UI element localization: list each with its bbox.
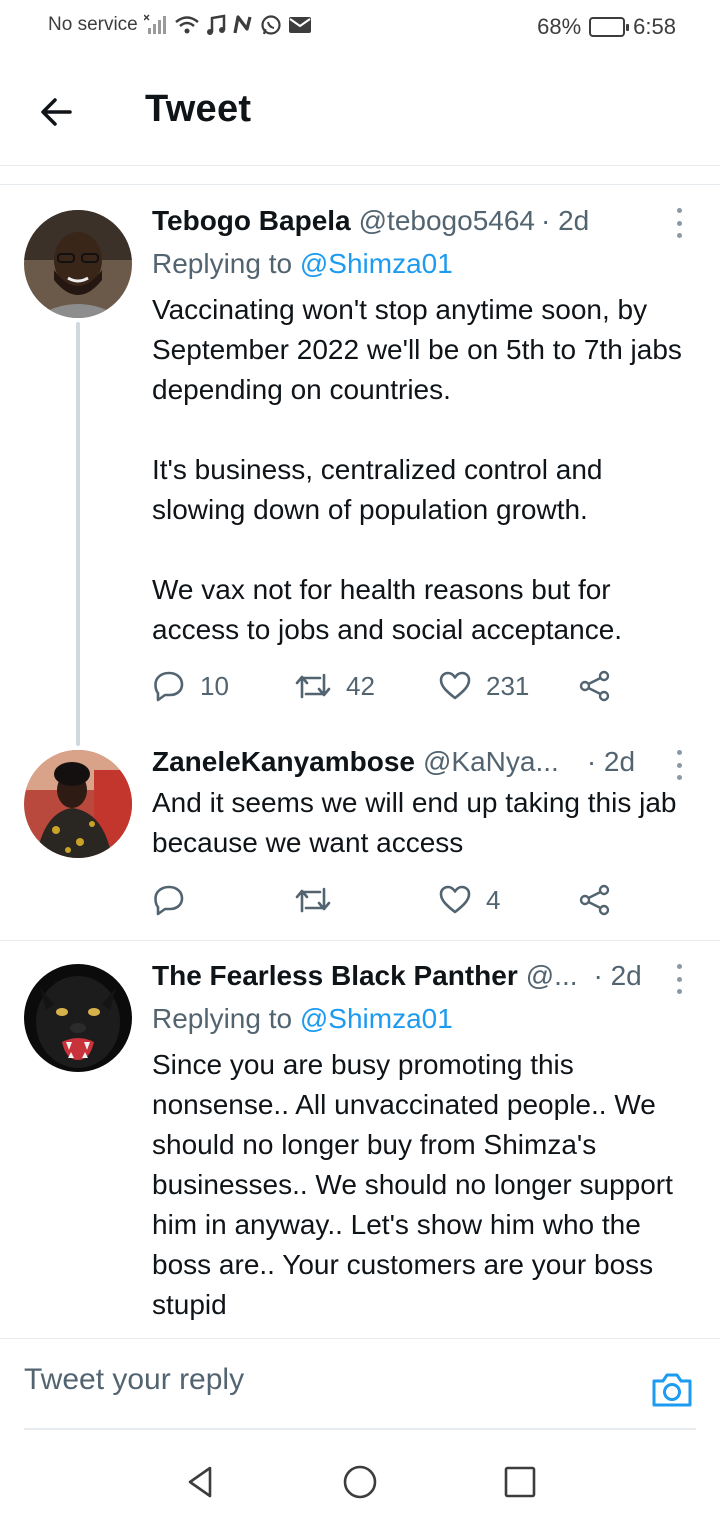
share-button[interactable] (578, 664, 612, 708)
camera-icon (652, 1373, 692, 1407)
status-right: 68% 6:58 (537, 14, 676, 40)
display-name[interactable]: ZaneleKanyambose (152, 746, 415, 778)
tweet-meta: Tebogo Bapela @tebogo5464 · 2d (152, 205, 670, 237)
display-name[interactable]: Tebogo Bapela (152, 205, 351, 237)
like-button[interactable]: 4 (438, 878, 500, 922)
reply-input-underline (24, 1428, 696, 1430)
nav-recents-button[interactable] (498, 1460, 542, 1504)
nav-home-button[interactable] (338, 1460, 382, 1504)
tweet-meta: The Fearless Black Panther @... · 2d (152, 960, 670, 992)
like-button[interactable]: 231 (438, 664, 529, 708)
user-handle[interactable]: @tebogo5464 (359, 205, 535, 237)
whatsapp-icon (260, 14, 282, 36)
arrow-left-icon (41, 98, 72, 126)
tweet-time: · 2d (593, 960, 642, 991)
battery-icon (589, 17, 630, 37)
circle-home-icon (343, 1465, 377, 1499)
reply-button[interactable] (152, 878, 200, 922)
replying-to: Replying to @Shimza01 (152, 1003, 453, 1035)
square-recents-icon (504, 1466, 536, 1498)
retweet-icon (295, 887, 331, 913)
retweet-button[interactable]: 42 (294, 664, 375, 708)
avatar[interactable] (24, 210, 132, 318)
triangle-back-icon (188, 1466, 212, 1498)
like-count: 4 (486, 884, 501, 915)
clock: 6:58 (633, 14, 676, 39)
tweet-text: Since you are busy promoting this nonsen… (152, 1049, 681, 1320)
back-button[interactable] (30, 86, 82, 138)
tweet-meta: ZaneleKanyambose @KaNya... · 2d (152, 746, 670, 778)
avatar[interactable] (24, 750, 132, 858)
top-app-bar: Tweet (0, 56, 720, 166)
wifi-icon (174, 14, 200, 36)
status-bar: No service 68% 6:58 (0, 0, 720, 56)
user-handle[interactable]: @... (526, 960, 578, 992)
replying-prefix: Replying to (152, 248, 293, 279)
system-nav-bar (0, 1440, 720, 1520)
signal-off-icon (143, 14, 168, 36)
music-icon (206, 14, 226, 36)
user-handle[interactable]: @KaNya... (423, 746, 559, 778)
mail-icon (288, 15, 312, 35)
tweet-time: · 2d (586, 746, 636, 777)
reply-icon (154, 671, 184, 702)
divider (0, 940, 720, 941)
camera-button[interactable] (650, 1369, 694, 1409)
nav-back-button[interactable] (178, 1460, 222, 1504)
tweet-time: · 2d (540, 205, 590, 236)
replying-prefix: Replying to (152, 1003, 293, 1034)
carrier-label: No service (48, 14, 138, 35)
page-title: Tweet (145, 88, 252, 130)
avatar[interactable] (24, 964, 132, 1072)
tweet-text: Vaccinating won't stop anytime soon, by … (152, 294, 682, 645)
retweet-count: 42 (346, 670, 375, 701)
more-options-button[interactable] (672, 964, 686, 994)
heart-icon (439, 671, 471, 700)
n-app-icon (232, 14, 254, 36)
display-name[interactable]: The Fearless Black Panther (152, 960, 518, 992)
replying-to: Replying to @Shimza01 (152, 248, 453, 280)
retweet-button[interactable] (294, 878, 346, 922)
reply-icon (154, 885, 184, 916)
tweet-actions: 4 (152, 878, 632, 922)
retweet-icon (295, 673, 331, 699)
mention-link[interactable]: @Shimza01 (300, 248, 453, 279)
more-options-button[interactable] (672, 208, 686, 238)
reply-composer: Tweet your reply (0, 1338, 720, 1442)
divider (0, 184, 720, 185)
tweet-actions: 10 42 231 (152, 664, 632, 708)
like-count: 231 (486, 670, 530, 701)
share-icon (579, 670, 610, 702)
status-left: No service (48, 14, 312, 36)
battery-percent: 68% (537, 14, 582, 39)
reply-input[interactable]: Tweet your reply (24, 1363, 244, 1397)
reply-button[interactable]: 10 (152, 664, 229, 708)
reply-count: 10 (200, 670, 229, 701)
mention-link[interactable]: @Shimza01 (300, 1003, 453, 1034)
more-options-button[interactable] (672, 750, 686, 780)
share-button[interactable] (578, 878, 612, 922)
heart-icon (439, 885, 471, 914)
thread-line (76, 322, 80, 746)
tweet-text: And it seems we will end up taking this … (152, 787, 685, 858)
share-icon (579, 884, 610, 916)
